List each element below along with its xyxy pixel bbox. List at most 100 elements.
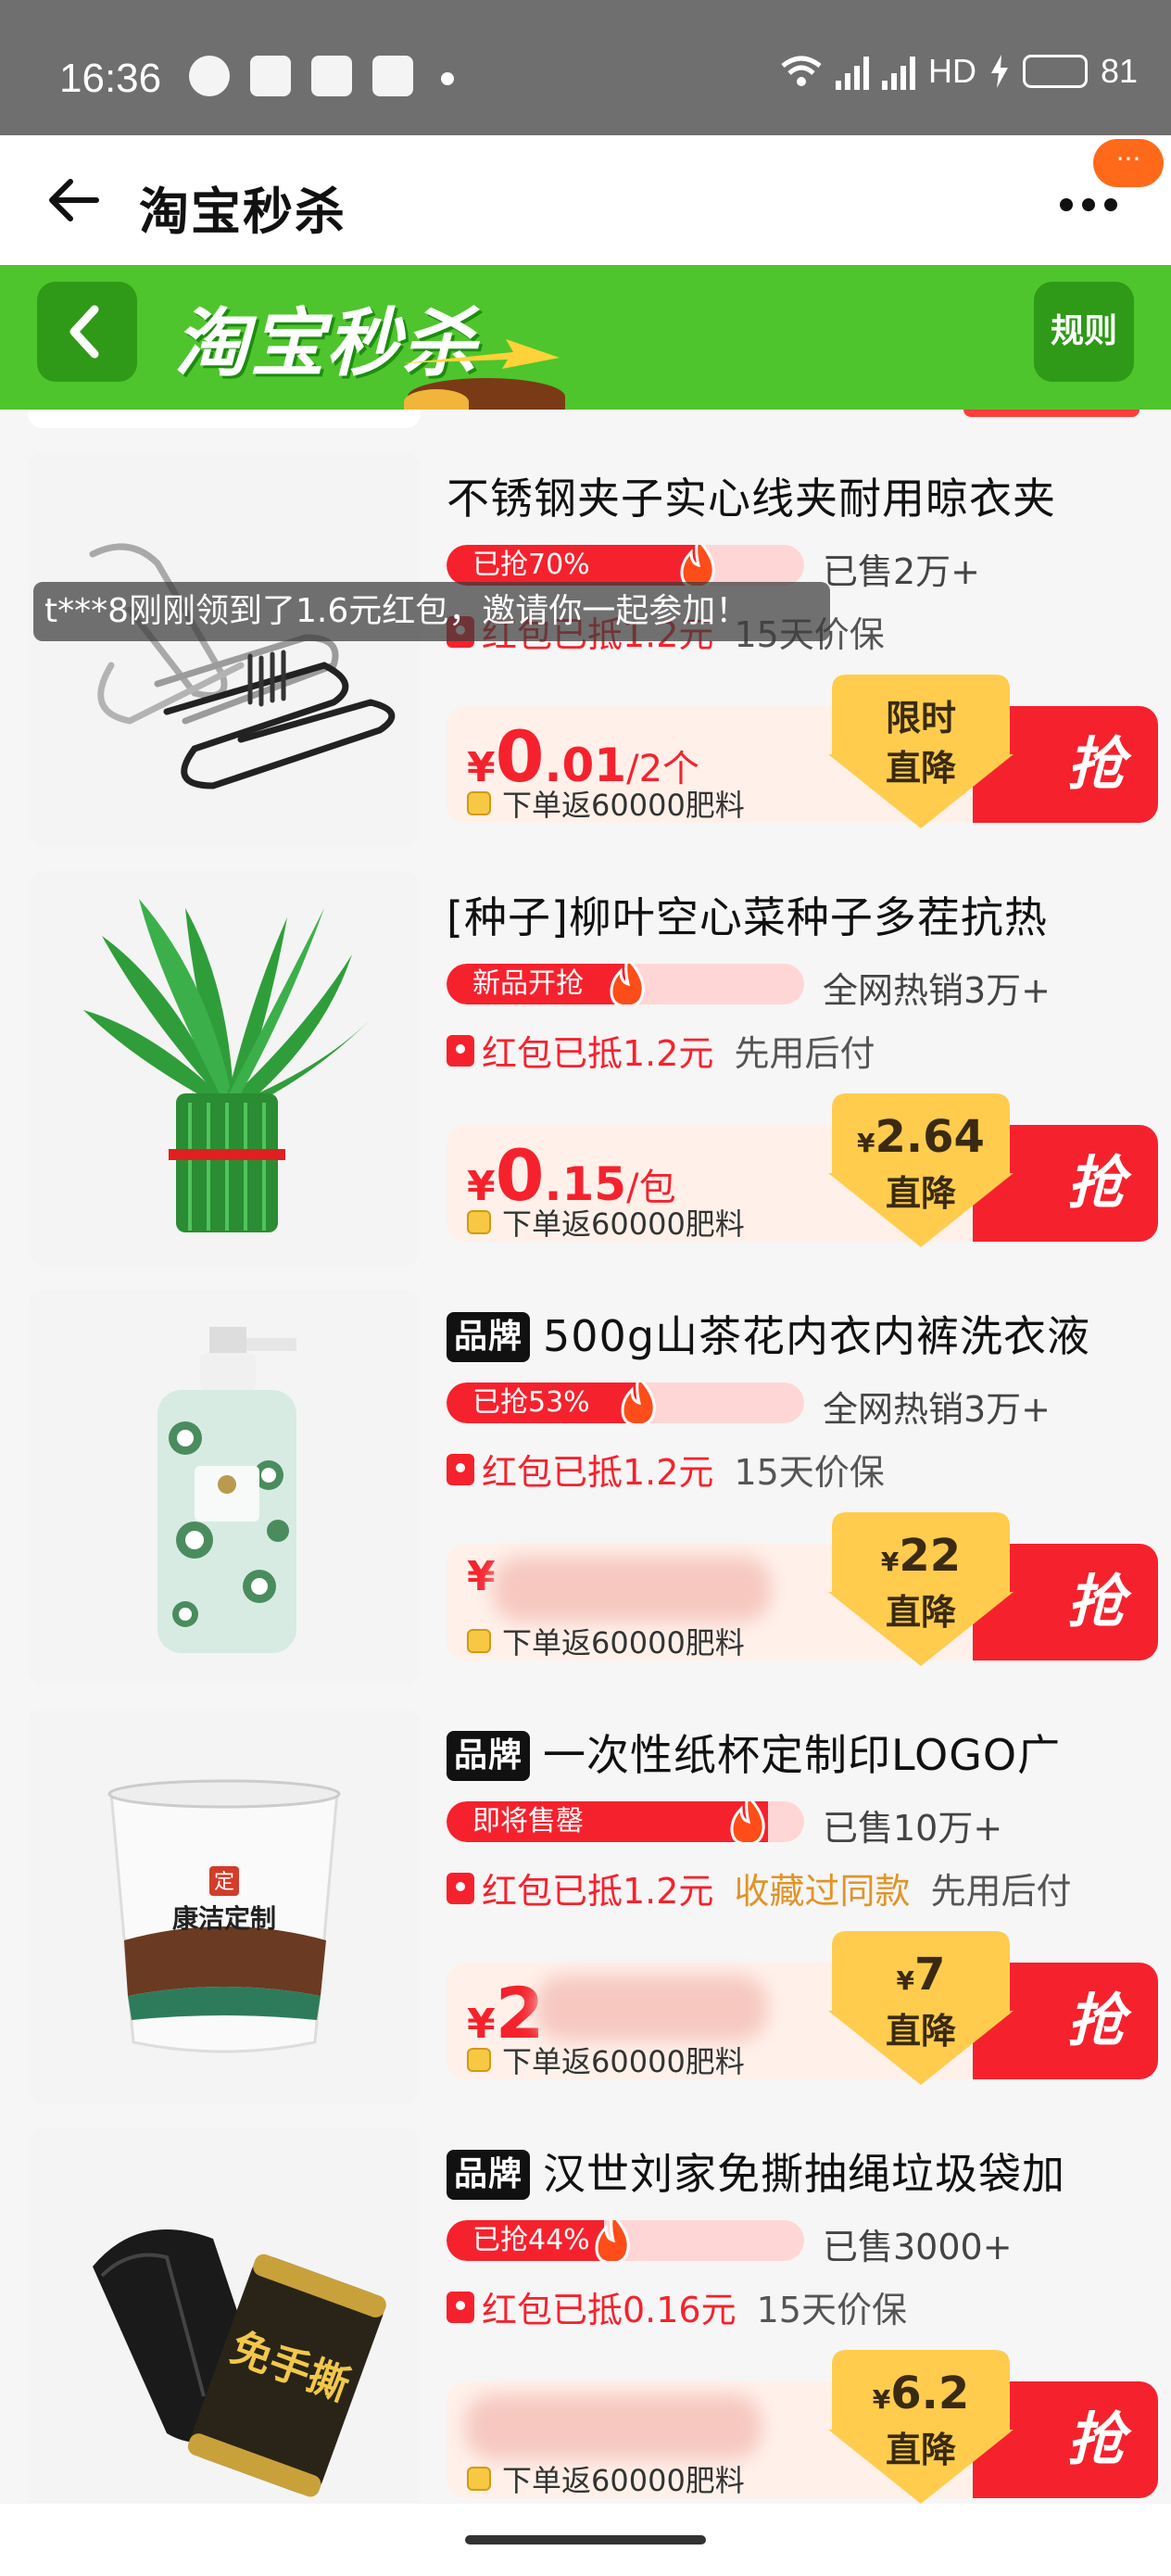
sales-progress: 已抢70% (447, 545, 804, 586)
sales-progress: 即将售罄 (447, 1801, 804, 1842)
signal-5g-icon (881, 53, 915, 90)
product-card[interactable]: 定 康洁定制 品牌 一次性纸杯定制印LOGO广 即将售罄 已售10万+ 红包已抵1… (28, 1709, 1158, 2103)
wechat-icon (189, 56, 230, 96)
wifi-icon (781, 56, 822, 86)
price-drop-badge: ¥2.64 直降 (828, 1093, 1014, 1247)
rules-button[interactable]: 规则 (1034, 282, 1134, 382)
cup-brand-text: 康洁定制 (172, 1903, 276, 1934)
fertilizer-icon (467, 1210, 491, 1234)
coupon-tag: 红包已抵1.2元 (482, 1452, 714, 1493)
product-title[interactable]: 品牌 汉世刘家免撕抽绳垃圾袋加 (447, 2140, 1160, 2202)
status-right: HD 81 (780, 52, 1138, 91)
page-title: 淘宝秒杀 (139, 183, 346, 241)
taobao-icon (311, 56, 352, 96)
product-card[interactable]: 品牌 500g山茶花内衣内裤洗衣液 已抢53% 全网热销3万+ 红包已抵1.2元 … (28, 1290, 1158, 1685)
sold-count: 已售3000+ (823, 2227, 1013, 2267)
fertilizer-icon (467, 791, 491, 815)
product-info: 品牌 500g山茶花内衣内裤洗衣液 已抢53% 全网热销3万+ 红包已抵1.2元 … (447, 1290, 1160, 1685)
price-bar[interactable]: 下单返60000肥料 抢 ¥6.2 直降 (447, 2350, 1158, 2504)
price-drop-badge: ¥22 直降 (828, 1512, 1014, 1666)
previous-card-edge (28, 410, 421, 428)
product-title[interactable]: 品牌 一次性纸杯定制印LOGO广 (447, 1722, 1160, 1783)
progress-label: 已抢44% (472, 2224, 590, 2256)
flame-icon (680, 545, 715, 586)
more-menu-icon[interactable] (1060, 198, 1117, 211)
sold-count: 全网热销3万+ (823, 970, 1051, 1011)
flame-icon (595, 2220, 630, 2261)
price-drop-badge: 限时 直降 (828, 675, 1014, 828)
product-image-trash-bags[interactable]: 免手撕 (28, 2128, 421, 2504)
sales-progress: 新品开抢 (447, 964, 804, 1004)
product-tags: 红包已抵0.16元 15天价保 (447, 2281, 907, 2332)
progress-label: 新品开抢 (472, 967, 584, 1000)
price-protect-tag: 15天价保 (756, 2290, 907, 2330)
cup-badge-text: 定 (214, 1871, 234, 1894)
fertilizer-icon (467, 2467, 491, 2491)
product-image-water-spinach[interactable] (28, 871, 421, 1266)
fertilizer-refund: 下单返60000肥料 (467, 782, 745, 825)
coupon-tag: 红包已抵1.2元 (482, 1871, 714, 1912)
banner-back-button[interactable] (37, 282, 137, 382)
battery-percent: 81 (1100, 52, 1138, 90)
red-packet-icon (447, 1034, 474, 1067)
product-title[interactable]: 不锈钢夹子实心线夹耐用晾衣夹 (447, 465, 1160, 526)
price-bar[interactable]: ¥0.15/包 下单返60000肥料 抢 ¥2.64 直降 (447, 1093, 1158, 1247)
sold-count: 已售2万+ (823, 551, 981, 592)
hd-label: HD (927, 52, 976, 90)
pay-later-tag: 先用后付 (734, 1033, 875, 1074)
brand-badge: 品牌 (447, 1312, 531, 1362)
product-image-clips[interactable] (28, 452, 421, 847)
fertilizer-icon (467, 2048, 491, 2072)
coupon-tag: 红包已抵0.16元 (482, 2290, 737, 2330)
back-arrow-icon[interactable] (44, 170, 104, 230)
price-bar[interactable]: ¥0.01/2个 下单返60000肥料 抢 限时 直降 (447, 675, 1158, 828)
brand-badge: 品牌 (447, 1731, 531, 1781)
blurred-price (465, 2394, 762, 2459)
coupon-tag: 红包已抵1.2元 (482, 1033, 714, 1074)
red-packet-icon (447, 1872, 474, 1904)
previous-card-button-edge (963, 410, 1140, 417)
product-image-detergent[interactable] (28, 1290, 421, 1685)
product-list[interactable]: 不锈钢夹子实心线夹耐用晾衣夹 已抢70% 已售2万+ 红包已抵1.2元 15天价… (0, 410, 1171, 2504)
price-bar[interactable]: ¥ 下单返60000肥料 抢 ¥22 直降 (447, 1512, 1158, 1666)
product-title[interactable]: 品牌 500g山茶花内衣内裤洗衣液 (447, 1303, 1160, 1364)
sold-count: 已售10万+ (823, 1808, 1003, 1849)
sales-progress: 已抢53% (447, 1383, 804, 1423)
product-tags: 红包已抵1.2元 收藏过同款 先用后付 (447, 1863, 1071, 1913)
flame-icon (621, 1383, 656, 1423)
progress-label: 已抢53% (472, 1386, 590, 1419)
status-bar: 16:36 HD 81 (0, 0, 1171, 135)
gesture-bar (0, 2504, 1171, 2576)
red-packet-toast: t***8刚刚领到了1.6元红包，邀请你一起参加！ (33, 582, 830, 641)
favorited-similar-tag: 收藏过同款 (734, 1871, 911, 1912)
price: ¥ (467, 1553, 496, 1600)
product-card[interactable]: 免手撕 品牌 汉世刘家免撕抽绳垃圾袋加 已抢44% 已售3000+ 红包已抵0.1… (28, 2128, 1158, 2504)
red-packet-icon (447, 2291, 474, 2323)
clock: 16:36 (59, 56, 162, 101)
gallery-icon (372, 56, 413, 96)
product-info: [种子]柳叶空心菜种子多茬抗热 新品开抢 全网热销3万+ 红包已抵1.2元 先用… (447, 871, 1160, 1266)
brand-badge: 品牌 (447, 2150, 531, 2200)
red-packet-icon (447, 1453, 474, 1485)
product-info: 不锈钢夹子实心线夹耐用晾衣夹 已抢70% 已售2万+ 红包已抵1.2元 15天价… (447, 452, 1160, 847)
pay-later-tag: 先用后付 (930, 1871, 1072, 1912)
product-info: 品牌 一次性纸杯定制印LOGO广 即将售罄 已售10万+ 红包已抵1.2元 收藏过… (447, 1709, 1160, 2103)
price-bar[interactable]: ¥2 下单返60000肥料 抢 ¥7 直降 (447, 1931, 1158, 2085)
blurred-price (493, 1557, 771, 1622)
home-indicator[interactable] (465, 2535, 706, 2544)
blurred-price (535, 1976, 767, 2040)
product-card[interactable]: 不锈钢夹子实心线夹耐用晾衣夹 已抢70% 已售2万+ 红包已抵1.2元 15天价… (28, 452, 1158, 847)
fertilizer-icon (467, 1629, 491, 1653)
price-drop-badge: ¥7 直降 (828, 1931, 1014, 2085)
product-title[interactable]: [种子]柳叶空心菜种子多茬抗热 (447, 884, 1160, 945)
battery-icon (1022, 55, 1088, 88)
lightning-icon (402, 339, 560, 369)
product-card[interactable]: [种子]柳叶空心菜种子多茬抗热 新品开抢 全网热销3万+ 红包已抵1.2元 先用… (28, 871, 1158, 1266)
floating-bubble[interactable]: ··· (1093, 139, 1164, 187)
alipay-icon (250, 56, 291, 96)
product-image-paper-cup[interactable]: 定 康洁定制 (28, 1709, 421, 2103)
chevron-left-icon (69, 305, 99, 359)
title-bar: 淘宝秒杀 (0, 135, 1171, 265)
product-tags: 红包已抵1.2元 先用后付 (447, 1025, 875, 1076)
fertilizer-refund: 下单返60000肥料 (467, 2039, 745, 2081)
